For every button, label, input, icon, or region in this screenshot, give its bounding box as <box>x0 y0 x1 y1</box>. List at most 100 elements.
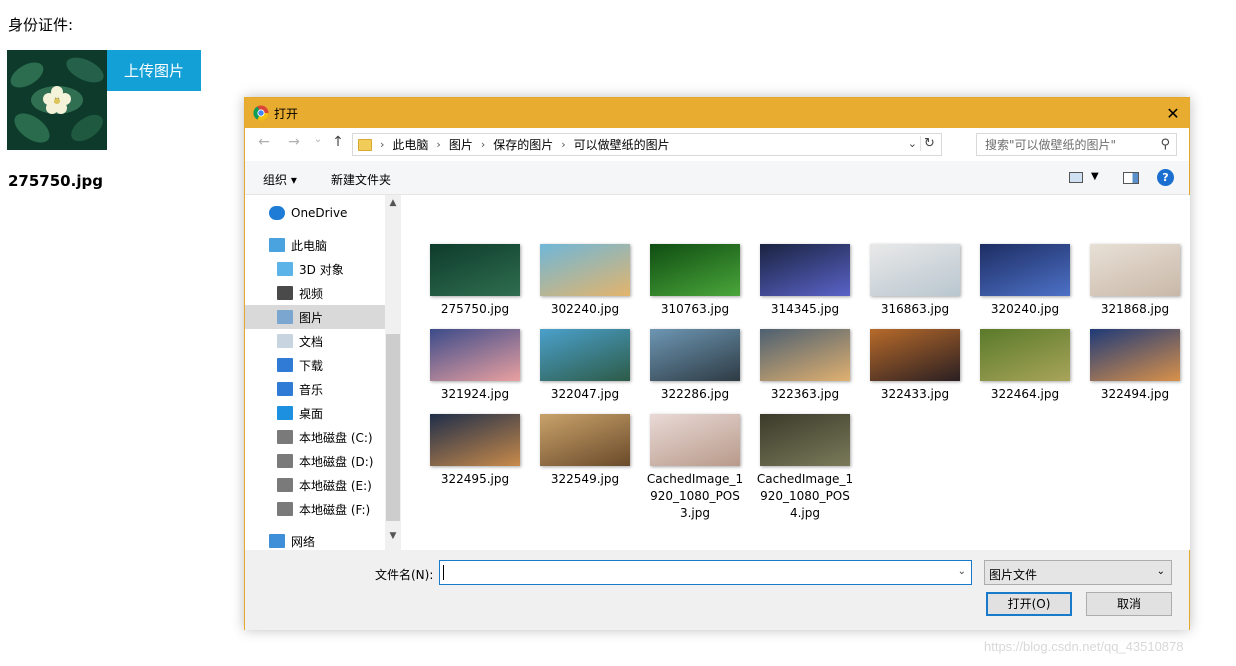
file-item[interactable]: 320240.jpg <box>975 244 1075 318</box>
upload-image-button[interactable]: 上传图片 <box>107 50 201 91</box>
breadcrumb-this-pc[interactable]: 此电脑 <box>392 136 428 153</box>
command-toolbar: 组织 ▾ 新建文件夹 ▼ ? <box>245 161 1189 195</box>
file-name-input[interactable]: ⌄ <box>439 560 972 585</box>
file-item[interactable]: 322286.jpg <box>645 329 745 403</box>
sidebar-item[interactable]: 本地磁盘 (F:) <box>245 497 385 521</box>
file-name: 322494.jpg <box>1100 387 1170 401</box>
search-input[interactable]: 搜索"可以做壁纸的图片" ⚲ <box>976 133 1177 156</box>
view-options-chevron-icon[interactable]: ▼ <box>1091 171 1099 182</box>
preview-pane-icon[interactable] <box>1123 172 1139 184</box>
file-item[interactable]: CachedImage_1920_1080_POS4.jpg <box>755 414 855 522</box>
scroll-down-arrow-icon[interactable]: ▼ <box>385 531 401 547</box>
new-folder-button[interactable]: 新建文件夹 <box>331 171 391 188</box>
file-thumbnail-image <box>1090 244 1180 296</box>
breadcrumb-saved-pictures[interactable]: 保存的图片 <box>493 136 553 153</box>
file-item[interactable]: 314345.jpg <box>755 244 855 318</box>
sidebar-item-label: 视频 <box>299 286 324 301</box>
file-item[interactable]: 322363.jpg <box>755 329 855 403</box>
dialog-title: 打开 <box>274 107 299 121</box>
back-arrow-icon[interactable]: ← <box>255 134 273 154</box>
breadcrumb-wallpapers[interactable]: 可以做壁纸的图片 <box>574 136 670 153</box>
file-item[interactable]: 321868.jpg <box>1085 244 1185 318</box>
file-type-chevron-icon: ⌄ <box>1156 566 1165 577</box>
breadcrumb-separator-icon: › <box>561 138 566 151</box>
download-icon <box>277 358 293 372</box>
organize-menu-button[interactable]: 组织 ▾ <box>263 171 297 188</box>
file-item[interactable]: 322494.jpg <box>1085 329 1185 403</box>
file-item[interactable]: 322433.jpg <box>865 329 965 403</box>
file-item[interactable]: 322464.jpg <box>975 329 1075 403</box>
breadcrumb-separator-icon: › <box>436 138 441 151</box>
navigation-bar: ← → ⌄ ↑ › 此电脑 › 图片 › 保存的图片 › 可以做壁纸的图片 ⌄ … <box>245 128 1189 161</box>
file-name: 322433.jpg <box>880 387 950 401</box>
music-icon <box>277 382 293 396</box>
file-item[interactable]: 302240.jpg <box>535 244 635 318</box>
file-name: 275750.jpg <box>440 302 510 316</box>
file-thumbnail-image <box>430 414 520 466</box>
file-item[interactable]: 322549.jpg <box>535 414 635 488</box>
sidebar-item[interactable]: 本地磁盘 (E:) <box>245 473 385 497</box>
file-name: 316863.jpg <box>880 302 950 316</box>
recent-locations-chevron-icon[interactable]: ⌄ <box>309 134 327 154</box>
file-thumbnail-image <box>540 244 630 296</box>
file-item[interactable]: 310763.jpg <box>645 244 745 318</box>
scroll-up-arrow-icon[interactable]: ▲ <box>385 198 401 214</box>
sidebar-item-label: 3D 对象 <box>299 262 344 277</box>
file-name: 321924.jpg <box>440 387 510 401</box>
file-thumbnail-image <box>760 329 850 381</box>
file-name: 322286.jpg <box>660 387 730 401</box>
drive-icon <box>277 454 293 468</box>
sidebar-item[interactable]: 视频 <box>245 281 385 305</box>
sidebar-item[interactable]: 桌面 <box>245 401 385 425</box>
sidebar-item[interactable]: 此电脑 <box>245 233 385 257</box>
address-bar[interactable]: › 此电脑 › 图片 › 保存的图片 › 可以做壁纸的图片 ⌄ ↻ <box>352 133 942 156</box>
file-item[interactable]: 275750.jpg <box>425 244 525 318</box>
change-view-icon[interactable] <box>1069 172 1083 183</box>
sidebar-item-label: OneDrive <box>291 206 348 220</box>
refresh-icon[interactable]: ↻ <box>920 136 938 151</box>
drive-icon <box>277 430 293 444</box>
file-thumbnail-image <box>870 244 960 296</box>
file-type-select[interactable]: 图片文件 ⌄ <box>984 560 1172 585</box>
file-thumbnail-image <box>760 414 850 466</box>
file-item[interactable]: 322047.jpg <box>535 329 635 403</box>
navigation-scrollbar[interactable]: ▲ ▼ <box>385 195 401 550</box>
sidebar-item-label: 本地磁盘 (D:) <box>299 454 374 469</box>
open-button[interactable]: 打开(O) <box>986 592 1072 616</box>
sidebar-item[interactable]: 图片 <box>245 305 385 329</box>
sidebar-item-label: 本地磁盘 (F:) <box>299 502 371 517</box>
scrollbar-thumb[interactable] <box>386 334 400 521</box>
document-icon <box>277 334 293 348</box>
search-icon[interactable]: ⚲ <box>1160 137 1170 152</box>
file-item[interactable]: 316863.jpg <box>865 244 965 318</box>
sidebar-item[interactable]: 音乐 <box>245 377 385 401</box>
watermark: https://blog.csdn.net/qq_43510878 <box>984 639 1184 654</box>
sidebar-item-label: 本地磁盘 (C:) <box>299 430 373 445</box>
breadcrumb-pictures[interactable]: 图片 <box>449 136 473 153</box>
sidebar-item[interactable]: 本地磁盘 (C:) <box>245 425 385 449</box>
sidebar-item[interactable]: 下载 <box>245 353 385 377</box>
address-dropdown-chevron-icon[interactable]: ⌄ <box>908 137 917 150</box>
file-name: 322363.jpg <box>770 387 840 401</box>
close-icon[interactable]: ✕ <box>1157 98 1189 128</box>
breadcrumb-separator-icon: › <box>480 138 486 151</box>
sidebar-item[interactable]: 文档 <box>245 329 385 353</box>
up-arrow-icon[interactable]: ↑ <box>329 134 347 154</box>
file-item[interactable]: 321924.jpg <box>425 329 525 403</box>
file-item[interactable]: 322495.jpg <box>425 414 525 488</box>
drive-icon <box>277 502 293 516</box>
file-thumbnail-image <box>650 244 740 296</box>
file-item[interactable]: CachedImage_1920_1080_POS3.jpg <box>645 414 745 522</box>
dialog-footer: 文件名(N): ⌄ 图片文件 ⌄ 打开(O) 取消 <box>245 550 1189 630</box>
sidebar-item[interactable]: 本地磁盘 (D:) <box>245 449 385 473</box>
file-name-dropdown-chevron-icon[interactable]: ⌄ <box>958 566 966 577</box>
sidebar-item-label: 图片 <box>299 310 324 325</box>
forward-arrow-icon[interactable]: → <box>285 134 303 154</box>
sidebar-item-label: 本地磁盘 (E:) <box>299 478 372 493</box>
file-thumbnail-image <box>430 329 520 381</box>
sidebar-item[interactable]: 3D 对象 <box>245 257 385 281</box>
cancel-button[interactable]: 取消 <box>1086 592 1172 616</box>
help-icon[interactable]: ? <box>1157 169 1174 186</box>
open-file-dialog: 打开 ✕ ← → ⌄ ↑ › 此电脑 › 图片 › 保存的图片 › 可以做壁纸的… <box>244 97 1190 630</box>
sidebar-item[interactable]: OneDrive <box>245 201 385 225</box>
